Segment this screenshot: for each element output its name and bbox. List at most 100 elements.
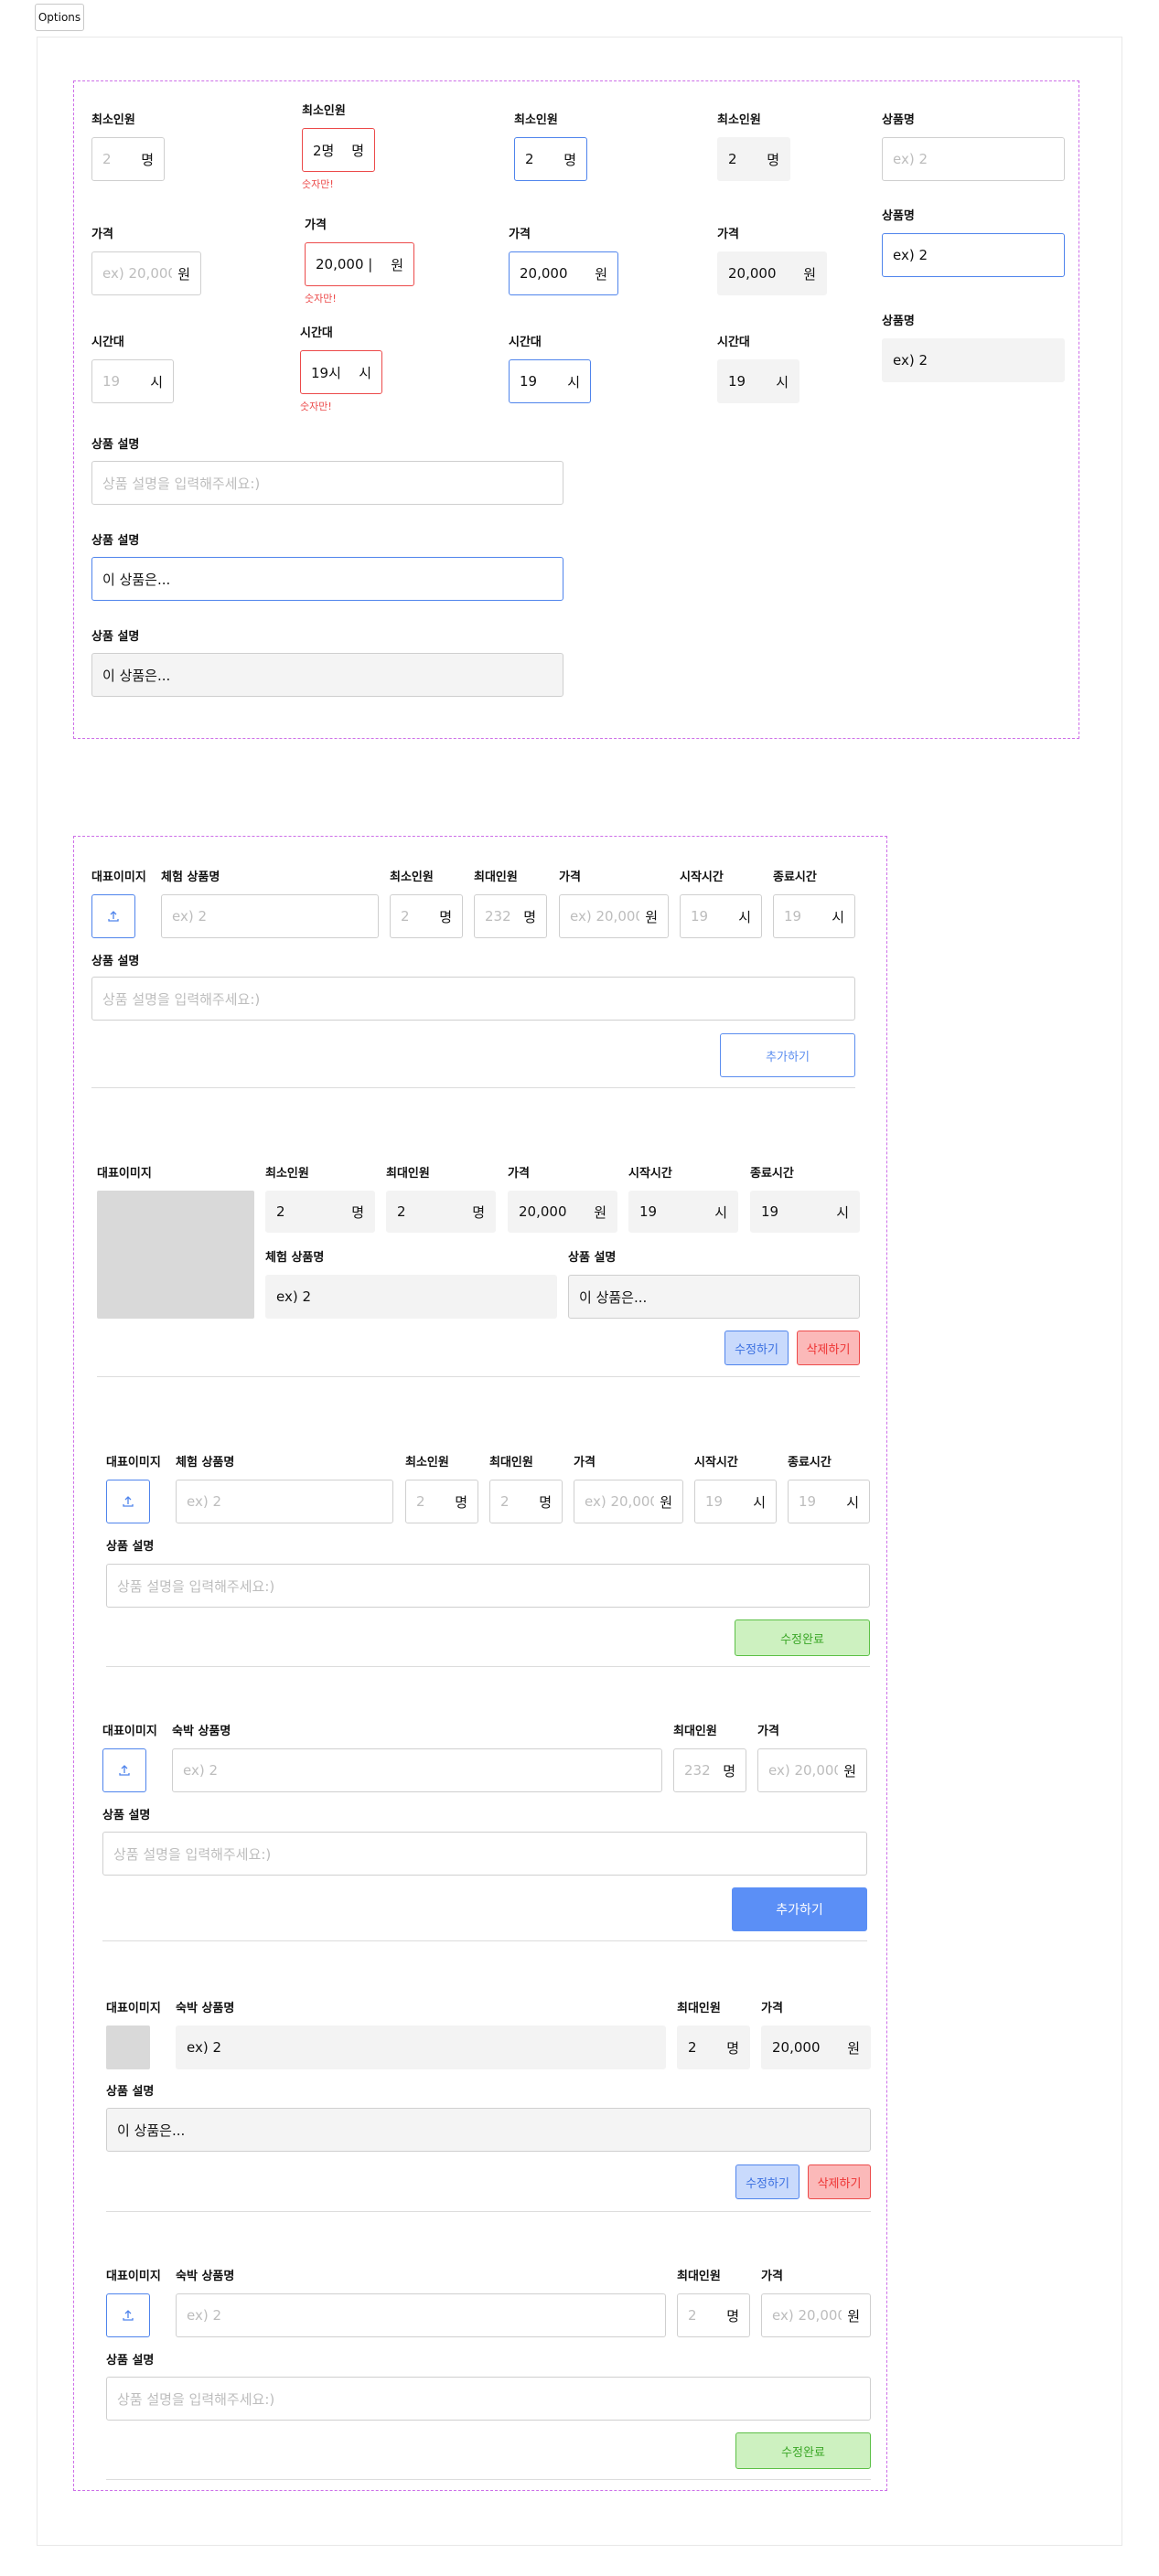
start-label: 시작시간: [628, 1167, 672, 1181]
divider: [91, 1087, 855, 1088]
exp-name-label: 체험 상품명: [161, 871, 220, 884]
desc-label: 상품 설명: [102, 1809, 151, 1822]
price-input-error[interactable]: 20,000 | 원: [305, 242, 414, 286]
image-upload-button[interactable]: [106, 1480, 150, 1523]
exp-name-label: 체험 상품명: [265, 1251, 325, 1265]
price-input[interactable]: ex) 20,000 원: [574, 1480, 683, 1523]
price-input-empty[interactable]: ex) 20,000 원: [91, 251, 201, 295]
min-input[interactable]: 2명: [405, 1480, 478, 1523]
edit-button[interactable]: 수정하기: [735, 2164, 799, 2199]
delete-button[interactable]: 삭제하기: [808, 2164, 871, 2199]
price-label: 가격: [574, 1456, 596, 1470]
exp-name-input[interactable]: ex) 2: [161, 894, 379, 938]
min-label: 최소인원: [265, 1167, 309, 1181]
desc-label: 상품 설명: [106, 2085, 155, 2099]
pname-input-focused[interactable]: ex) 2: [882, 233, 1065, 277]
price-value: 20,000 원: [508, 1191, 617, 1233]
max-value: 2명: [386, 1191, 496, 1233]
max-label: 최대인원: [673, 1725, 717, 1738]
min-label: 최소인원: [390, 871, 434, 884]
pname-label: 상품명: [882, 113, 915, 127]
image-label: 대표이미지: [102, 1725, 157, 1738]
price-label: 가격: [757, 1725, 779, 1738]
add-button[interactable]: 추가하기: [732, 1887, 867, 1931]
desc-input[interactable]: 상품 설명을 입력해주세요:): [91, 977, 855, 1021]
pname-label: 상품명: [882, 209, 915, 223]
max-input[interactable]: 2명: [677, 2293, 750, 2337]
max-input[interactable]: 2명: [489, 1480, 563, 1523]
desc-input[interactable]: 상품 설명을 입력해주세요:): [106, 1564, 870, 1608]
desc-input-empty[interactable]: 상품 설명을 입력해주세요:): [91, 461, 563, 505]
min-value: 2명: [265, 1191, 375, 1233]
end-time-input[interactable]: 19 시: [773, 894, 855, 938]
max-value: 2명: [677, 2026, 750, 2069]
image-upload-button[interactable]: [106, 2293, 150, 2337]
min-input-focused[interactable]: 2명: [514, 137, 587, 181]
min-label: 최소인원: [302, 104, 346, 118]
image-label: 대표이미지: [106, 2002, 161, 2015]
desc-input-focused[interactable]: 이 상품은...: [91, 557, 563, 601]
divider: [106, 2211, 871, 2212]
save-edit-button[interactable]: 수정완료: [735, 2432, 871, 2469]
image-upload-button[interactable]: [91, 894, 135, 938]
upload-icon: [119, 1765, 130, 1776]
time-input-focused[interactable]: 19 시: [509, 359, 591, 403]
delete-button[interactable]: 삭제하기: [797, 1331, 860, 1365]
stay-name-value: ex) 2: [176, 2026, 666, 2069]
time-label: 시간대: [509, 336, 542, 349]
stay-name-input[interactable]: ex) 2: [172, 1748, 662, 1792]
start-time-input[interactable]: 19 시: [694, 1480, 777, 1523]
max-input[interactable]: 232 명: [474, 894, 547, 938]
min-input[interactable]: 2명: [390, 894, 463, 938]
desc-input[interactable]: 상품 설명을 입력해주세요:): [106, 2377, 871, 2421]
upload-icon: [108, 911, 119, 922]
max-input[interactable]: 232 명: [673, 1748, 746, 1792]
min-label: 최소인원: [717, 113, 761, 127]
price-label: 가격: [305, 219, 327, 232]
product-forms-showcase: [73, 836, 887, 2491]
options-button[interactable]: Options: [35, 4, 84, 31]
time-label: 시간대: [300, 326, 333, 340]
end-label: 종료시간: [773, 871, 817, 884]
divider: [97, 1376, 860, 1377]
time-label: 시간대: [91, 336, 124, 349]
time-label: 시간대: [717, 336, 750, 349]
min-input-error[interactable]: 2명 명: [302, 128, 375, 172]
start-time-input[interactable]: 19 시: [680, 894, 762, 938]
price-input[interactable]: ex) 20,000 원: [757, 1748, 867, 1792]
max-label: 최대인원: [677, 2270, 721, 2283]
edit-button[interactable]: 수정하기: [724, 1331, 789, 1365]
image-label: 대표이미지: [97, 1167, 152, 1181]
min-input-readonly: 2명: [717, 137, 790, 181]
min-label: 최소인원: [405, 1456, 449, 1470]
desc-input[interactable]: 상품 설명을 입력해주세요:): [102, 1832, 867, 1876]
end-label: 종료시간: [788, 1456, 832, 1470]
price-input[interactable]: ex) 20,000 원: [761, 2293, 871, 2337]
exp-name-input[interactable]: ex) 2: [176, 1480, 393, 1523]
product-image: [106, 2026, 150, 2069]
time-input-empty[interactable]: 19 시: [91, 359, 174, 403]
end-time-input[interactable]: 19 시: [788, 1480, 870, 1523]
min-input-empty[interactable]: 2명: [91, 137, 165, 181]
upload-icon: [123, 1496, 134, 1507]
save-edit-button[interactable]: 수정완료: [735, 1619, 870, 1656]
max-label: 최대인원: [386, 1167, 430, 1181]
price-input-focused[interactable]: 20,000 원: [509, 251, 618, 295]
image-label: 대표이미지: [91, 871, 146, 884]
image-label: 대표이미지: [106, 2270, 161, 2283]
stay-name-label: 숙박 상품명: [176, 2002, 235, 2015]
image-upload-button[interactable]: [102, 1748, 146, 1792]
image-label: 대표이미지: [106, 1456, 161, 1470]
price-label: 가격: [509, 228, 531, 241]
start-label: 시작시간: [694, 1456, 738, 1470]
pname-input-empty[interactable]: ex) 2: [882, 137, 1065, 181]
min-label: 최소인원: [514, 113, 558, 127]
price-label: 가격: [761, 2002, 783, 2015]
error-message: 숫자만!: [300, 401, 332, 412]
time-input-error[interactable]: 19시 시: [300, 350, 382, 394]
price-input[interactable]: ex) 20,000 원: [559, 894, 669, 938]
price-label: 가격: [717, 228, 739, 241]
add-button[interactable]: 추가하기: [720, 1033, 855, 1077]
stay-name-input[interactable]: ex) 2: [176, 2293, 666, 2337]
pname-label: 상품명: [882, 315, 915, 328]
